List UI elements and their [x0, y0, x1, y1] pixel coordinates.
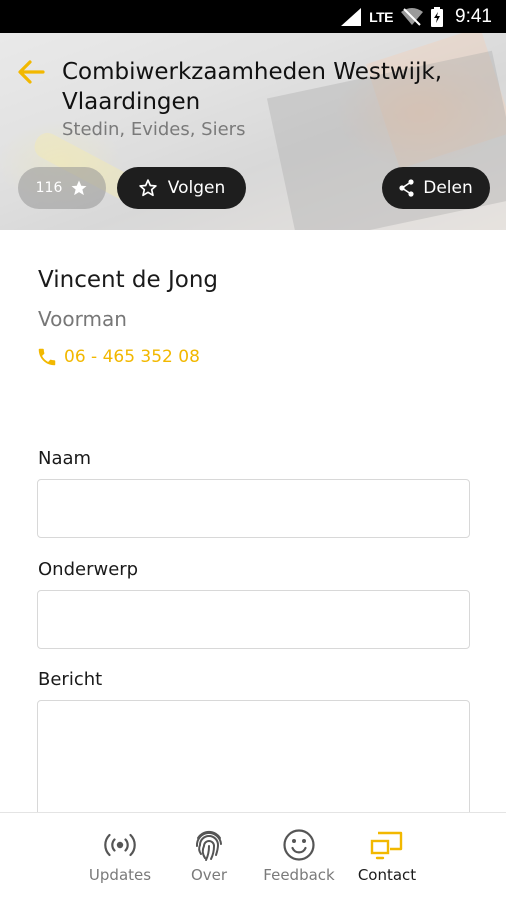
star-icon	[71, 180, 87, 196]
nav-item-contact[interactable]: Contact	[354, 813, 420, 900]
share-icon	[399, 179, 414, 197]
nav-label-over: Over	[190, 866, 228, 884]
battery-charging-icon	[431, 6, 444, 27]
contact-phone-number: 06 - 465 352 08	[64, 347, 200, 367]
status-bar: LTE 9:41	[0, 0, 506, 33]
name-label: Naam	[38, 448, 92, 469]
follow-label: Volgen	[167, 178, 226, 198]
contact-phone-link[interactable]: 06 - 465 352 08	[36, 346, 200, 368]
contact-role: Voorman	[38, 307, 127, 331]
nav-icon-wrap	[369, 827, 405, 863]
phone-icon	[38, 348, 56, 366]
subject-input[interactable]	[37, 590, 470, 649]
message-label: Bericht	[38, 669, 103, 690]
cast-screen-icon	[370, 831, 403, 860]
network-type: LTE	[369, 8, 394, 25]
project-subtitle: Stedin, Evides, Siers	[62, 119, 246, 140]
nav-item-over[interactable]: Over	[176, 813, 242, 900]
follow-button[interactable]: Volgen	[117, 167, 246, 209]
nav-label-feedback: Feedback	[263, 866, 335, 884]
share-label: Delen	[423, 178, 473, 198]
nav-icon-wrap	[282, 827, 316, 863]
star-outline-icon	[139, 179, 157, 197]
status-icons: LTE 9:41	[341, 0, 492, 33]
signal-icon	[341, 7, 362, 26]
project-header: Combiwerkzaamheden Westwijk, Vlaardingen…	[0, 33, 506, 230]
wifi-off-icon	[401, 7, 424, 26]
nav-icon-wrap	[102, 827, 138, 863]
back-button[interactable]	[16, 57, 46, 87]
broadcast-icon	[104, 833, 136, 857]
bottom-navigation: Updates Over Feedback Contact	[0, 812, 506, 900]
fingerprint-icon	[195, 831, 222, 861]
nav-icon-wrap	[193, 827, 225, 863]
smiley-icon	[283, 829, 315, 861]
project-title: Combiwerkzaamheden Westwijk, Vlaardingen	[62, 59, 443, 115]
nav-item-feedback[interactable]: Feedback	[258, 813, 340, 900]
arrow-left-icon	[18, 60, 45, 84]
subject-label: Onderwerp	[38, 559, 139, 580]
share-button[interactable]: Delen	[382, 167, 490, 209]
nav-label-updates: Updates	[88, 866, 152, 884]
nav-item-updates[interactable]: Updates	[84, 813, 156, 900]
clock: 9:41	[455, 5, 492, 27]
name-input[interactable]	[37, 479, 470, 538]
nav-label-contact: Contact	[357, 866, 417, 884]
star-count-badge: 116	[18, 167, 106, 209]
star-count: 116	[35, 180, 63, 196]
contact-name: Vincent de Jong	[38, 267, 218, 293]
